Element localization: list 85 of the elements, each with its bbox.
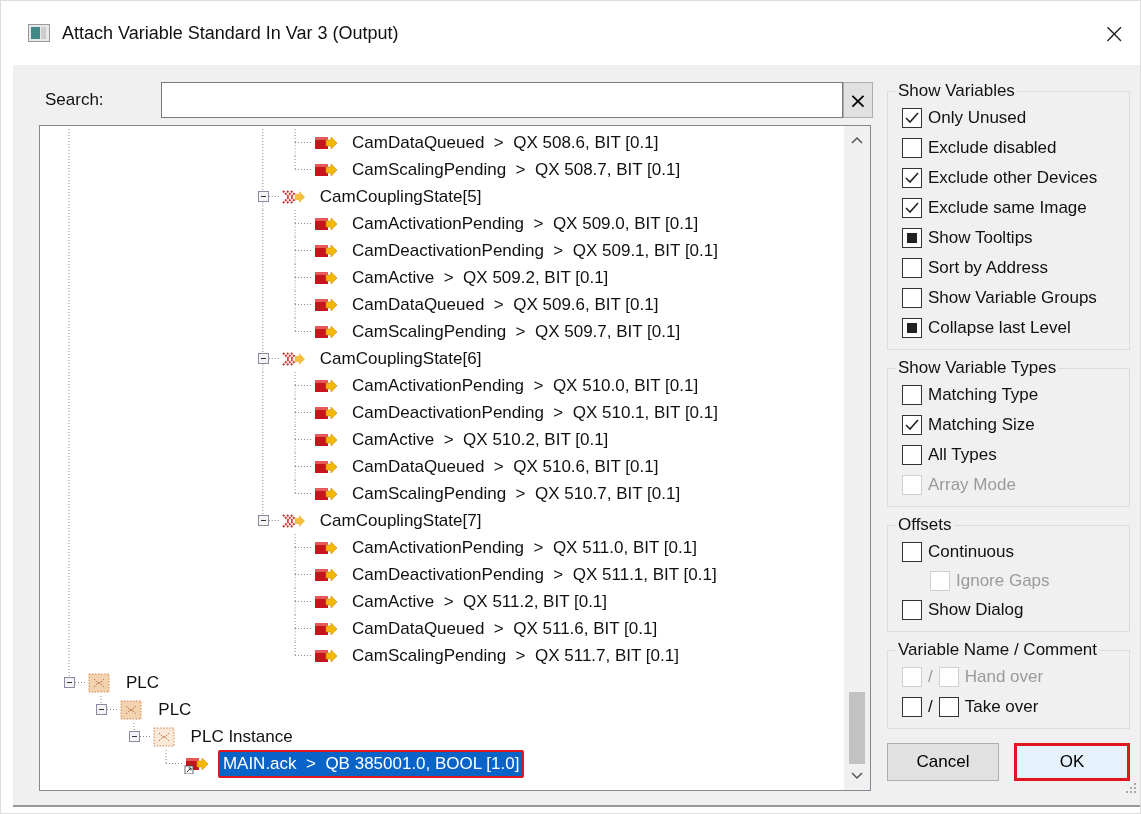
option-label: Continuous: [928, 542, 1014, 562]
option-label: Exclude disabled: [928, 138, 1057, 158]
option-label: Ignore Gaps: [956, 571, 1050, 591]
checkbox[interactable]: [902, 600, 922, 620]
tree-item[interactable]: CamScalingPending > QX 509.7, BIT [0.1]: [347, 317, 686, 346]
checkbox[interactable]: [902, 168, 922, 188]
tree-item[interactable]: CamScalingPending > QX 508.7, BIT [0.1]: [347, 155, 686, 184]
option-label: Show Tooltips: [928, 228, 1033, 248]
option-label: Sort by Address: [928, 258, 1048, 278]
tree-item[interactable]: CamDataQueued > QX 511.6, BIT [0.1]: [347, 614, 663, 643]
collapse-icon[interactable]: [96, 704, 108, 715]
checkbox[interactable]: [938, 697, 959, 717]
group-title: Offsets: [897, 515, 953, 535]
project-icon: [87, 672, 113, 693]
tree-item[interactable]: PLC: [153, 695, 197, 724]
search-field[interactable]: [161, 82, 843, 118]
tree-item[interactable]: CamActive > QX 510.2, BIT [0.1]: [347, 425, 614, 454]
collapse-icon[interactable]: [257, 191, 269, 202]
collapse-icon[interactable]: [257, 353, 269, 364]
instance-icon: [151, 726, 178, 747]
checkbox[interactable]: [902, 542, 922, 562]
tree-item[interactable]: CamDataQueued > QX 509.6, BIT [0.1]: [347, 290, 664, 319]
tree-item[interactable]: CamDeactivationPending > QX 509.1, BIT [0.1]: [347, 236, 723, 265]
checkbox[interactable]: [902, 198, 922, 218]
scroll-down-icon[interactable]: [851, 772, 863, 780]
checkbox[interactable]: [902, 318, 922, 338]
tree-item[interactable]: CamCouplingState[6]: [314, 344, 487, 373]
group-title: Variable Name / Comment: [897, 640, 1099, 660]
checkbox[interactable]: [902, 697, 922, 717]
option-label: Exclude same Image: [928, 198, 1087, 218]
collapse-icon[interactable]: [64, 677, 75, 688]
tree-item[interactable]: CamActivationPending > QX 510.0, BIT [0.1]: [347, 371, 704, 400]
tree-item[interactable]: CamScalingPending > QX 511.7, BIT [0.1]: [347, 641, 684, 670]
option-label: Take over: [964, 697, 1039, 717]
checkbox[interactable]: [902, 445, 922, 465]
group-title: Show Variables: [897, 81, 1016, 101]
dialog-button[interactable]: OK: [1014, 743, 1130, 781]
tree-item[interactable]: CamScalingPending > QX 510.7, BIT [0.1]: [347, 479, 686, 508]
option-label: Matching Size: [928, 415, 1035, 435]
tree-connector: [132, 723, 153, 737]
tree-item[interactable]: CamActivationPending > QX 509.0, BIT [0.1]: [347, 209, 704, 238]
tree-item[interactable]: MAIN.ack > QB 385001.0, BOOL [1.0]: [217, 749, 525, 778]
checkbox[interactable]: [902, 385, 922, 405]
tree-item[interactable]: PLC Instance: [185, 722, 298, 751]
tree-item[interactable]: CamActivationPending > QX 511.0, BIT [0.1]: [347, 533, 702, 562]
group-title: Show Variable Types: [897, 358, 1058, 378]
checkbox[interactable]: [902, 108, 922, 128]
option-label: Exclude other Devices: [928, 168, 1098, 188]
tree-item[interactable]: CamDataQueued > QX 508.6, BIT [0.1]: [347, 128, 664, 157]
option-label: Only Unused: [928, 108, 1027, 128]
separator-text: /: [928, 697, 933, 717]
window-title: Attach Variable Standard In Var 3 (Output): [62, 22, 399, 44]
window-icon: [28, 24, 50, 42]
scroll-thumb[interactable]: [849, 692, 865, 764]
resize-grip-icon[interactable]: [1126, 783, 1136, 793]
scrollbar[interactable]: [844, 126, 870, 790]
tree-item[interactable]: CamActive > QX 509.2, BIT [0.1]: [347, 263, 614, 292]
option-label: Show Variable Groups: [928, 288, 1097, 308]
search-label: Search:: [44, 90, 105, 110]
tree-item[interactable]: CamDeactivationPending > QX 510.1, BIT [0.1]: [347, 398, 723, 427]
tree-item[interactable]: CamCouplingState[7]: [314, 506, 487, 535]
clear-search-button[interactable]: ×: [843, 82, 873, 118]
tree-item[interactable]: CamDataQueued > QX 510.6, BIT [0.1]: [347, 452, 664, 481]
checkbox[interactable]: [902, 415, 922, 435]
option-label: Hand over: [964, 667, 1044, 687]
option-label: Collapse last Level: [928, 318, 1071, 338]
checkbox[interactable]: [902, 258, 922, 278]
close-button[interactable]: ×: [1094, 16, 1134, 50]
checkbox[interactable]: [902, 288, 922, 308]
tree-item[interactable]: PLC: [121, 668, 165, 697]
option-label: Matching Type: [928, 385, 1039, 405]
scroll-up-icon[interactable]: [851, 136, 863, 144]
dialog-button[interactable]: Cancel: [887, 743, 999, 781]
checkbox[interactable]: [902, 228, 922, 248]
tree-item[interactable]: CamActive > QX 511.2, BIT [0.1]: [347, 587, 613, 616]
separator-text: /: [928, 667, 933, 687]
tree-item[interactable]: CamCouplingState[5]: [314, 182, 487, 211]
option-label: Show Dialog: [928, 600, 1024, 620]
tree-connector: [164, 750, 185, 764]
tree-item[interactable]: CamDeactivationPending > QX 511.1, BIT [0.1]: [347, 560, 722, 589]
collapse-icon[interactable]: [128, 731, 140, 742]
checkbox[interactable]: [902, 138, 922, 158]
collapse-icon[interactable]: [257, 515, 269, 526]
option-label: Array Mode: [928, 475, 1016, 495]
option-label: All Types: [928, 445, 997, 465]
